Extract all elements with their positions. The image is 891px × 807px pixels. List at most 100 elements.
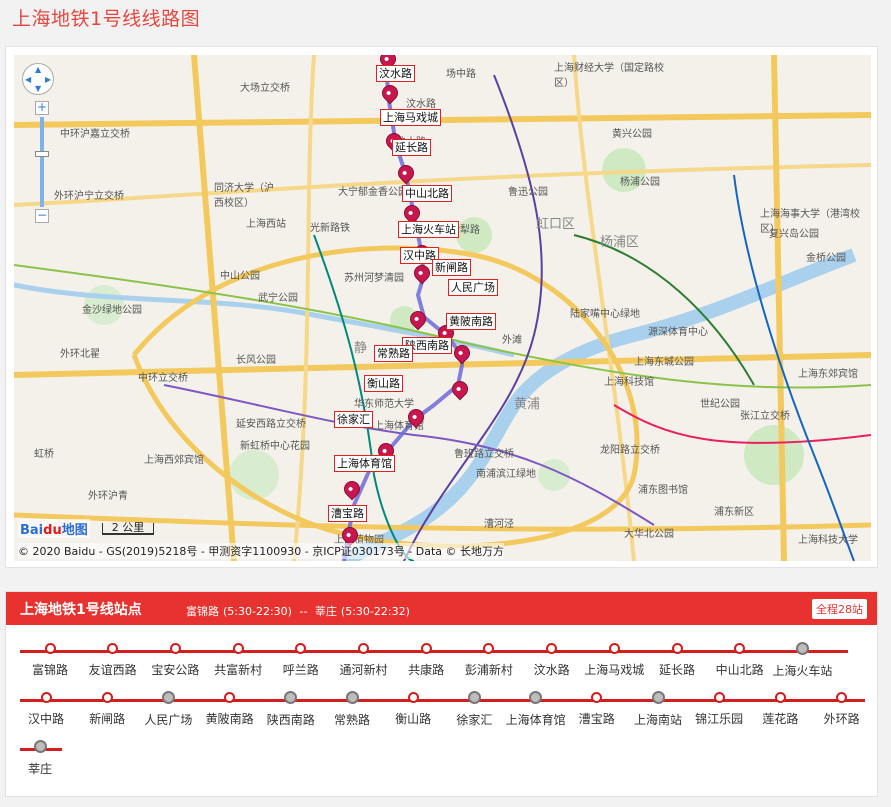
station-item[interactable]: 漕宝路 [567,686,627,727]
station-item[interactable]: 通河新村 [334,637,394,678]
map-place-label: 场中路 [446,69,476,80]
map-place-label: 浦东新区 [714,507,754,518]
station-tag[interactable]: 上海火车站 [398,221,459,238]
station-dot-icon [671,643,683,654]
station-item[interactable]: 友谊西路 [83,637,143,678]
station-dot-icon [101,692,113,703]
station-item[interactable]: 莘庄 [10,735,70,777]
station-tag[interactable]: 延长路 [392,139,431,156]
station-item[interactable]: 共康路 [396,637,456,678]
station-item[interactable]: 呼兰路 [271,637,331,678]
zoom-in-button[interactable]: + [35,101,49,115]
station-name: 徐家汇 [456,713,493,727]
station-dot-icon [713,692,725,703]
station-item[interactable]: 锦江乐园 [689,686,749,727]
map-place-label: 武宁公园 [258,293,298,304]
station-item[interactable]: 徐家汇 [444,686,504,728]
station-tag[interactable]: 衡山路 [364,375,403,392]
stations-header: 上海地铁1号线站点 富锦路 (5:30-22:30) -- 莘庄 (5:30-22:… [6,592,877,625]
station-tag[interactable]: 漕宝路 [328,505,367,522]
end-station-hours: (5:30-22:32) [340,605,410,618]
station-tag[interactable]: 常熟路 [374,345,413,362]
zoom-slider-track[interactable] [40,117,44,207]
station-name: 陕西南路 [266,713,315,727]
pan-down-icon[interactable]: ▼ [35,85,41,93]
station-name: 延长路 [658,663,695,677]
station-item[interactable]: 上海马戏城 [584,637,644,678]
station-name: 友谊西路 [88,663,137,677]
map-place-label: 张江立交桥 [740,411,790,422]
station-item[interactable]: 上海南站 [628,686,688,728]
start-station-hours: (5:30-22:30) [223,605,292,618]
station-tag[interactable]: 人民广场 [448,279,498,296]
map-place-label: 南浦滨江绿地 [476,469,536,480]
map-place-label: 世纪公园 [700,399,740,410]
zoom-slider-handle[interactable] [35,151,49,157]
station-name: 莲花路 [762,712,799,726]
map-place-label: 金桥公园 [806,253,846,264]
station-item[interactable]: 中山北路 [710,637,770,678]
station-item[interactable]: 延长路 [647,637,707,678]
station-tag[interactable]: 黄陂南路 [446,313,496,330]
station-item[interactable]: 汉中路 [16,686,76,727]
transfer-station-icon [33,740,47,753]
station-item[interactable]: 外环路 [812,686,872,727]
station-dot-icon [774,692,786,703]
station-tag[interactable]: 中山北路 [402,185,452,202]
station-item[interactable]: 人民广场 [138,686,198,728]
end-station-name: 莘庄 [314,605,337,618]
station-tag[interactable]: 新闸路 [432,259,471,276]
transfer-station-icon [651,691,665,704]
map-scale-bar: 2 公里 [102,522,154,535]
station-dot-icon [407,692,419,703]
station-item[interactable]: 上海火车站 [772,637,832,679]
station-name: 汶水路 [533,663,570,677]
station-item[interactable]: 彭浦新村 [459,637,519,678]
station-item[interactable]: 共富新村 [208,637,268,678]
station-tag[interactable]: 上海马戏城 [380,109,441,126]
station-item[interactable]: 新闸路 [77,686,137,727]
station-tag[interactable]: 上海体育馆 [334,455,395,472]
station-name: 中山北路 [715,663,764,677]
map-place-label: 上海海事大学（港湾校区） [760,209,860,235]
map-place-label: 新虹桥中心花园 [240,441,310,452]
map-place-label: 鲁迅公园 [508,187,548,198]
map-place-label: 陆家嘴中心绿地 [570,309,640,320]
station-dot-icon [232,643,244,654]
zoom-out-button[interactable]: − [35,209,49,223]
station-item[interactable]: 宝安公路 [145,637,205,678]
map-district-label: 杨浦区 [600,235,640,250]
station-name: 彭浦新村 [464,663,513,677]
map-place-label: 苏州河梦清园 [344,273,404,284]
station-tag[interactable]: 徐家汇 [334,411,373,428]
station-item[interactable]: 上海体育馆 [506,686,566,728]
pan-up-icon[interactable]: ▲ [35,66,41,74]
station-item[interactable]: 汶水路 [522,637,582,678]
pan-right-icon[interactable]: ▶ [45,76,51,84]
map-view[interactable]: 大场立交桥 汶水路 场中路 沪太路 上海财经大学（国定路校区） 复兴岛公园 黄兴… [14,55,871,561]
page-title: 上海地铁1号线线路图 [12,8,201,30]
station-item[interactable]: 富锦路 [20,637,80,678]
station-item[interactable]: 陕西南路 [261,686,321,728]
map-place-label: 上海科技馆 [604,377,654,388]
station-dot-icon [295,643,307,654]
map-place-label: 上海科技大学 [798,535,858,546]
pan-left-icon[interactable]: ◀ [25,76,31,84]
baidu-map-logo: Baidu地图 [18,519,90,538]
station-count-badge: 全程28站 [812,599,867,619]
station-name: 上海火车站 [772,664,833,678]
station-item[interactable]: 常熟路 [322,686,382,728]
map-pan-control[interactable]: ▲ ▼ ◀ ▶ [22,63,54,95]
station-item[interactable]: 黄陂南路 [200,686,260,727]
station-item[interactable]: 莲花路 [750,686,810,727]
map-zoom-control: + − [35,101,49,223]
map-place-label: 中环立交桥 [138,373,188,384]
station-name: 黄陂南路 [205,712,254,726]
station-tag[interactable]: 汶水路 [376,65,415,82]
station-item[interactable]: 衡山路 [383,686,443,727]
station-name: 汉中路 [27,712,64,726]
station-name: 上海南站 [633,713,682,727]
station-name: 上海体育馆 [505,713,566,727]
station-dot-icon [224,692,236,703]
map-place-label: 上海西郊宾馆 [144,455,204,466]
